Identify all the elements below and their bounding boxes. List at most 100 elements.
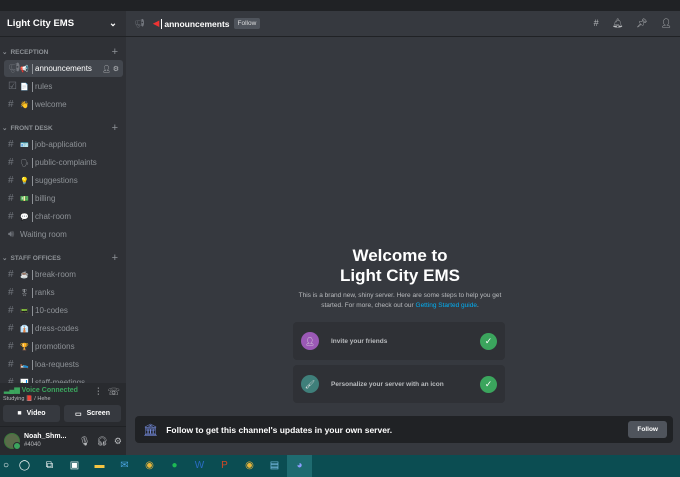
channel-emoji-icon: 🪪 xyxy=(20,141,29,149)
category-reception[interactable]: ⌄ RECEPTION + xyxy=(0,45,126,59)
hash-icon: # xyxy=(8,193,14,204)
chrome-icon[interactable]: ◉ xyxy=(137,455,162,477)
mail-icon[interactable]: ✉ xyxy=(112,455,137,477)
follow-banner: 🏛︎ Follow to get this channel's updates … xyxy=(135,416,673,443)
welcome-title: Welcome to Light City EMS xyxy=(340,246,460,285)
add-channel-icon[interactable]: + xyxy=(112,46,118,58)
channel-chat-room[interactable]: # 💬 chat-room xyxy=(4,208,123,225)
category-front-desk[interactable]: ⌄ FRONT DESK + xyxy=(0,121,126,135)
hash-icon: # xyxy=(8,211,14,222)
microphone-icon[interactable]: 🎙︎ xyxy=(79,436,90,447)
taskbar: ○ ◯ ⧉ ▣ ▬ ✉ ◉ ● W P ◉ ▤ ◕ xyxy=(0,455,680,477)
video-button[interactable]: ■ Video xyxy=(3,405,60,422)
channel-suggestions[interactable]: # 💡 suggestions xyxy=(4,172,123,189)
step-invite-friends[interactable]: 👤︎ Invite your friends ✓ xyxy=(293,322,505,360)
channel-break-room[interactable]: # ☕ break-room xyxy=(4,266,123,283)
chrome-profile-icon[interactable]: ◉ xyxy=(237,455,262,477)
step-personalize-server[interactable]: 🖌︎ Personalize your server with an icon … xyxy=(293,365,505,403)
channel-dress-codes[interactable]: # 👔 dress-codes xyxy=(4,320,123,337)
gear-icon[interactable]: ⚙ xyxy=(113,66,119,73)
title-bar xyxy=(0,0,680,11)
channel-job-application[interactable]: # 🪪 job-application xyxy=(4,136,123,153)
screen-share-button[interactable]: ▭ Screen xyxy=(64,405,121,422)
discord-icon[interactable]: ◕ xyxy=(287,455,312,477)
search-icon[interactable]: ○ xyxy=(0,455,12,477)
channel-emoji-icon: 🗣 xyxy=(20,159,29,167)
spotify-icon[interactable]: ● xyxy=(162,455,187,477)
add-channel-icon[interactable]: + xyxy=(112,122,118,134)
server-name: Light City EMS xyxy=(7,18,75,29)
channel-emoji-icon: 🏆 xyxy=(20,343,29,351)
channel-loa-requests[interactable]: # 🛌 loa-requests xyxy=(4,356,123,373)
channel-billing[interactable]: # 💵 billing xyxy=(4,190,123,207)
bell-icon[interactable]: 🔔︎ xyxy=(612,18,623,29)
channel-10-codes[interactable]: # 📟 10-codes xyxy=(4,302,123,319)
voice-channel[interactable]: Studying 📕 / Hehe xyxy=(3,396,51,402)
channel-emoji-icon: 💡 xyxy=(20,177,29,185)
pin-icon[interactable]: 📌︎ xyxy=(636,18,647,29)
powerpoint-icon[interactable]: P xyxy=(212,455,237,477)
chevron-icon: ⌄ xyxy=(2,125,8,132)
voice-status: ▂▄▆ Voice Connected xyxy=(4,387,78,394)
channel-rules[interactable]: ☑ 📄 rules xyxy=(4,78,123,95)
follow-button[interactable]: Follow xyxy=(233,18,261,29)
invite-icon[interactable]: 👤︎ xyxy=(102,66,111,73)
channel-header: 📢︎ ◀ announcements Follow # 🔔︎ 📌︎ 👤︎ xyxy=(126,11,680,37)
hash-icon: # xyxy=(8,99,14,110)
hash-icon: # xyxy=(8,175,14,186)
file-explorer-icon[interactable]: ▬ xyxy=(87,455,112,477)
channel-emoji-icon: 🎖 xyxy=(20,289,29,297)
word-icon[interactable]: W xyxy=(187,455,212,477)
threads-icon[interactable]: # xyxy=(594,18,599,29)
noise-suppression-icon[interactable]: ⫶ xyxy=(97,387,100,398)
channel-emoji-icon: 🛌 xyxy=(20,361,29,369)
hash-icon: # xyxy=(8,287,14,298)
follow-channel-button[interactable]: Follow xyxy=(628,421,667,438)
avatar[interactable] xyxy=(4,433,21,450)
user-tag: #4040 xyxy=(24,442,41,448)
channel-public-complaints[interactable]: # 🗣 public-complaints xyxy=(4,154,123,171)
channel-emoji-icon: ☕ xyxy=(20,271,29,279)
check-icon: ✓ xyxy=(480,332,497,350)
channel-list: ⌄ RECEPTION + 📢︎ 📢 announcements 👤︎ ⚙ ☑ 📄 rules # 👋… xyxy=(0,45,126,391)
cortana-icon[interactable]: ◯ xyxy=(12,455,37,477)
hash-icon: # xyxy=(8,269,14,280)
channel-emoji-icon: 💬 xyxy=(20,213,29,221)
welcome-description: This is a brand new, shiny server. Here … xyxy=(298,292,502,309)
photos-icon[interactable]: ▤ xyxy=(262,455,287,477)
chevron-icon: ⌄ xyxy=(2,255,8,262)
hash-icon: # xyxy=(8,359,14,370)
server-header[interactable]: Light City EMS ⌄ xyxy=(0,11,126,37)
channel-emoji-icon: 📢 xyxy=(20,65,29,73)
task-view-icon[interactable]: ⧉ xyxy=(37,455,62,477)
rules-icon: ☑ xyxy=(8,81,17,92)
channel-promotions[interactable]: # 🏆 promotions xyxy=(4,338,123,355)
invite-icon: 👤︎ xyxy=(301,332,319,350)
screen-icon: ▭ xyxy=(75,410,82,418)
getting-started-link[interactable]: Getting Started guide xyxy=(416,302,477,309)
headphones-icon[interactable]: 🎧︎ xyxy=(96,436,107,447)
chevron-down-icon[interactable]: ⌄ xyxy=(109,18,117,29)
epic-games-icon[interactable]: ▣ xyxy=(62,455,87,477)
gear-icon[interactable]: ⚙ xyxy=(114,436,122,447)
hash-icon: # xyxy=(8,341,14,352)
disconnect-icon[interactable]: ☏ xyxy=(107,387,120,398)
channel-emoji-icon: 📟 xyxy=(20,307,29,315)
category-staff-offices[interactable]: ⌄ STAFF OFFICES + xyxy=(0,251,126,265)
channel-waiting-room[interactable]: 🔊︎ Waiting room xyxy=(4,226,123,243)
channel-emoji-icon: 👔 xyxy=(20,325,29,333)
channel-welcome[interactable]: # 👋 welcome xyxy=(4,96,123,113)
megaphone-icon: 📢︎ xyxy=(134,18,145,28)
channel-emoji-icon: 💵 xyxy=(20,195,29,203)
voice-panel: ▂▄▆ Voice Connected Studying 📕 / Hehe ⫶ ☏… xyxy=(0,383,126,427)
chevron-icon: ⌄ xyxy=(2,49,8,56)
member-list-icon[interactable]: 👤︎ xyxy=(661,18,672,29)
channel-ranks[interactable]: # 🎖 ranks xyxy=(4,284,123,301)
add-channel-icon[interactable]: + xyxy=(112,252,118,264)
hash-icon: # xyxy=(8,305,14,316)
channel-announcements[interactable]: 📢︎ 📢 announcements 👤︎ ⚙ xyxy=(4,60,123,77)
speaker-icon: 🔊︎ xyxy=(8,229,15,240)
check-icon: ✓ xyxy=(480,375,497,393)
channel-emoji-icon: 👋 xyxy=(20,101,29,109)
channel-name: announcements xyxy=(164,18,230,29)
